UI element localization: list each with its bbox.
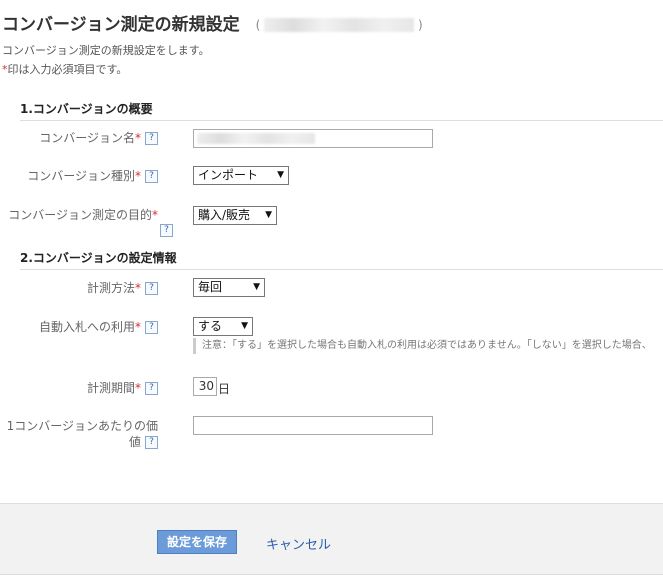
paren-close: ) [417, 17, 423, 32]
page-description: コンバージョン測定の新規設定をします。 [2, 44, 210, 57]
help-icon[interactable]: ? [145, 436, 158, 449]
period-unit: 日 [218, 382, 231, 396]
section-overview-heading: 1.コンバージョンの概要 [20, 100, 663, 121]
required-note: *印は入力必須項目です。 [2, 61, 127, 77]
help-icon[interactable]: ? [145, 321, 158, 334]
conversion-name-label: コンバージョン名*? [0, 130, 158, 146]
cancel-link[interactable]: キャンセル [266, 534, 331, 553]
blurred-conversion-name [197, 133, 315, 144]
required-note-text: 印は入力必須項目です。 [7, 63, 128, 76]
required-mark: * [135, 169, 141, 183]
paren-open: ( [255, 17, 261, 32]
blurred-account-name [264, 18, 415, 33]
footer-action-bar: 設定を保存 キャンセル [0, 503, 663, 575]
autobid-value: する [198, 319, 223, 333]
period-label-text: 計測期間 [86, 381, 135, 395]
autobid-select[interactable]: する ▼ [193, 317, 253, 336]
required-mark: * [135, 381, 141, 395]
help-icon[interactable]: ? [145, 382, 158, 395]
required-mark: * [135, 131, 141, 145]
method-value: 毎回 [198, 280, 223, 294]
value-per-conversion-label: 1コンバージョンあたりの価 値? [0, 418, 158, 450]
purpose-select[interactable]: 購入/販売 ▼ [193, 206, 277, 225]
conversion-type-value: インポート [198, 168, 259, 182]
help-icon[interactable]: ? [145, 170, 158, 183]
page-title: コンバージョン測定の新規設定 ( ) [2, 10, 423, 35]
autobid-label-text: 自動入札への利用 [38, 320, 135, 334]
conversion-name-label-text: コンバージョン名 [39, 131, 135, 145]
autobid-note: 注意：「する」を選択した場合も自動入札の利用は必須ではありません。「しない」を選… [193, 338, 652, 354]
help-icon[interactable]: ? [160, 224, 173, 237]
help-icon[interactable]: ? [145, 282, 158, 295]
required-mark: * [152, 208, 158, 222]
period-input[interactable]: 30 [193, 377, 217, 396]
dropdown-arrow-icon: ▼ [241, 321, 248, 331]
section-settings-heading: 2.コンバージョンの設定情報 [20, 249, 663, 270]
period-label: 計測期間*? [0, 380, 158, 396]
dropdown-arrow-icon: ▼ [277, 170, 284, 180]
method-select[interactable]: 毎回 ▼ [193, 278, 265, 297]
conversion-type-label: コンバージョン種別*? [0, 168, 158, 184]
conversion-type-label-text: コンバージョン種別 [27, 169, 135, 183]
purpose-value: 購入/販売 [198, 208, 251, 222]
value-label-line2: 値 [128, 435, 141, 449]
conversion-name-input[interactable] [193, 129, 433, 148]
account-name-redacted: ( ) [256, 18, 423, 33]
method-label: 計測方法*? [0, 280, 158, 296]
required-mark: * [135, 320, 141, 334]
purpose-label: コンバージョン測定の目的* [0, 207, 158, 223]
autobid-label: 自動入札への利用*? [0, 319, 158, 335]
method-label-text: 計測方法 [86, 281, 135, 295]
dropdown-arrow-icon: ▼ [265, 210, 272, 220]
conversion-type-select[interactable]: インポート ▼ [193, 166, 289, 185]
purpose-label-text: コンバージョン測定の目的 [8, 208, 152, 222]
value-label-line1: 1コンバージョンあたりの価 [6, 419, 158, 433]
required-mark: * [135, 281, 141, 295]
page-title-text: コンバージョン測定の新規設定 [2, 15, 240, 35]
dropdown-arrow-icon: ▼ [253, 282, 260, 292]
save-button[interactable]: 設定を保存 [157, 530, 237, 554]
value-per-conversion-input[interactable] [193, 416, 433, 435]
help-icon[interactable]: ? [145, 132, 158, 145]
